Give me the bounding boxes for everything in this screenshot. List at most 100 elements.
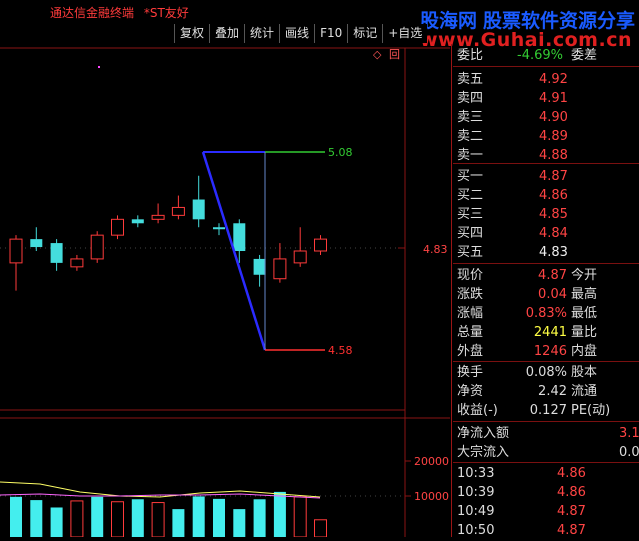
- flow-row[interactable]: 净流入额 3.1: [453, 424, 639, 443]
- candle-body: [213, 227, 225, 230]
- stat-row[interactable]: 收益(-) 0.127 PE(动): [453, 401, 639, 420]
- buy-level-row[interactable]: 买四 4.84: [453, 224, 639, 243]
- tick-price: 4.86: [557, 485, 586, 500]
- volume-bar: [314, 519, 327, 538]
- candle-body: [131, 219, 144, 224]
- stat-row[interactable]: 现价 4.87 今开: [453, 266, 639, 285]
- candle[interactable]: [213, 223, 225, 236]
- candle[interactable]: [50, 239, 63, 271]
- stat-label: 总量: [457, 325, 484, 340]
- candle[interactable]: [131, 215, 144, 228]
- flow-row[interactable]: 大宗流入 0.0: [453, 443, 639, 462]
- stat-label-2: 内盘: [571, 344, 598, 359]
- candle-body: [314, 238, 327, 252]
- volume-bar: [131, 499, 144, 537]
- draw-line-button[interactable]: 画线: [279, 24, 315, 43]
- tick-time: 10:49: [457, 504, 495, 519]
- divider: [453, 462, 639, 463]
- candle[interactable]: [273, 243, 287, 283]
- buy-level-label: 买一: [457, 169, 484, 184]
- candle-body: [50, 243, 63, 263]
- buy-level-row[interactable]: 买一 4.87: [453, 167, 639, 186]
- buy-level-row[interactable]: 买二 4.86: [453, 186, 639, 205]
- tick-row[interactable]: 10:49 4.87: [453, 502, 639, 521]
- buy-level-label: 买五: [457, 245, 484, 260]
- tick-time: 10:33: [457, 466, 495, 481]
- app-title: 通达信金融终端 *ST友好: [50, 4, 195, 21]
- stat-value: 0.127: [529, 403, 567, 418]
- tick-row[interactable]: 10:33 4.86: [453, 464, 639, 483]
- stat-value: 2.42: [538, 384, 567, 399]
- stat-label: 涨幅: [457, 306, 484, 321]
- tick-row[interactable]: 10:39 4.86: [453, 483, 639, 502]
- window-icon[interactable]: 回: [389, 48, 400, 61]
- volume-bar: [50, 507, 63, 537]
- sell-level-row[interactable]: 卖一 4.88: [453, 146, 639, 165]
- sell-level-row[interactable]: 卖二 4.89: [453, 127, 639, 146]
- quote-panel: 委比 -4.69% 委差 卖五 4.92 卖四 4.91 卖三 4.90 卖二 4.89 卖一 4…: [453, 48, 639, 540]
- candle[interactable]: [253, 254, 266, 287]
- volume-bar: [91, 496, 104, 537]
- candle-body: [151, 214, 165, 220]
- candles-group: [9, 175, 327, 291]
- panel-divider: [451, 44, 452, 537]
- candle-body: [70, 258, 84, 268]
- candle[interactable]: [90, 231, 104, 263]
- stock-name: *ST友好: [143, 6, 189, 20]
- candle-body: [30, 239, 43, 248]
- tick-time: 10:50: [457, 523, 495, 538]
- add-watchlist-button[interactable]: +自选: [382, 24, 428, 43]
- stat-row[interactable]: 净资 2.42 流通: [453, 382, 639, 401]
- tick-time: 10:39: [457, 485, 495, 500]
- tick-row[interactable]: 10:50 4.87: [453, 521, 639, 540]
- stat-label: 现价: [457, 268, 484, 283]
- weibi-row: 委比 -4.69% 委差: [453, 46, 639, 65]
- buy-level-row[interactable]: 买三 4.85: [453, 205, 639, 224]
- sell-level-row[interactable]: 卖四 4.91: [453, 89, 639, 108]
- candle[interactable]: [70, 254, 84, 271]
- volume-tick-20000: 20000: [414, 455, 449, 468]
- stat-value: 2441: [533, 325, 567, 340]
- overlay-button[interactable]: 叠加: [209, 24, 245, 43]
- candle[interactable]: [314, 235, 327, 255]
- stat-row[interactable]: 涨幅 0.83% 最低: [453, 304, 639, 323]
- stat-row[interactable]: 总量 2441 量比: [453, 323, 639, 342]
- diamond-icon[interactable]: ◇: [373, 48, 382, 61]
- mark-button[interactable]: 标记: [347, 24, 383, 43]
- candle[interactable]: [171, 195, 185, 220]
- stat-label: 外盘: [457, 344, 484, 359]
- candle[interactable]: [293, 227, 307, 267]
- sell-level-row[interactable]: 卖五 4.92: [453, 70, 639, 89]
- candle[interactable]: [151, 203, 165, 224]
- candle[interactable]: [192, 175, 205, 228]
- stat-row[interactable]: 涨跌 0.04 最高: [453, 285, 639, 304]
- candle[interactable]: [9, 235, 23, 291]
- divider: [453, 263, 639, 264]
- volume-bar: [151, 502, 165, 538]
- sell-level-row[interactable]: 卖三 4.90: [453, 108, 639, 127]
- volume-bar: [293, 496, 307, 538]
- stat-label-2: 流通: [571, 384, 598, 399]
- volume-bar: [30, 500, 43, 537]
- flow-value: 3.1: [619, 426, 639, 441]
- sell-level-price: 4.90: [539, 110, 568, 125]
- divider: [453, 66, 639, 67]
- candle[interactable]: [111, 215, 124, 240]
- chart-toolbar: 复权 叠加 统计 画线 F10 标记 +自选: [174, 24, 428, 43]
- sell-level-label: 卖二: [457, 129, 484, 144]
- statistics-button[interactable]: 统计: [244, 24, 280, 43]
- tick-price: 4.87: [557, 504, 586, 519]
- f10-button[interactable]: F10: [314, 24, 348, 43]
- volume-bar: [70, 500, 84, 538]
- buy-level-row[interactable]: 买五 4.83: [453, 243, 639, 262]
- stat-label-2: PE(动): [571, 403, 611, 418]
- kline-chart[interactable]: 4.83 ◇ 回 5.08 4.58 20000 10000: [0, 44, 450, 538]
- fuquan-button[interactable]: 复权: [174, 24, 210, 43]
- drawn-line-tool[interactable]: 5.08 4.58: [201, 146, 353, 357]
- candle-body: [253, 258, 266, 275]
- candle[interactable]: [30, 227, 43, 251]
- weicha-label: 委差: [571, 48, 598, 63]
- stat-row[interactable]: 换手 0.08% 股本: [453, 363, 639, 382]
- stat-row[interactable]: 外盘 1246 内盘: [453, 342, 639, 361]
- divider: [453, 421, 639, 422]
